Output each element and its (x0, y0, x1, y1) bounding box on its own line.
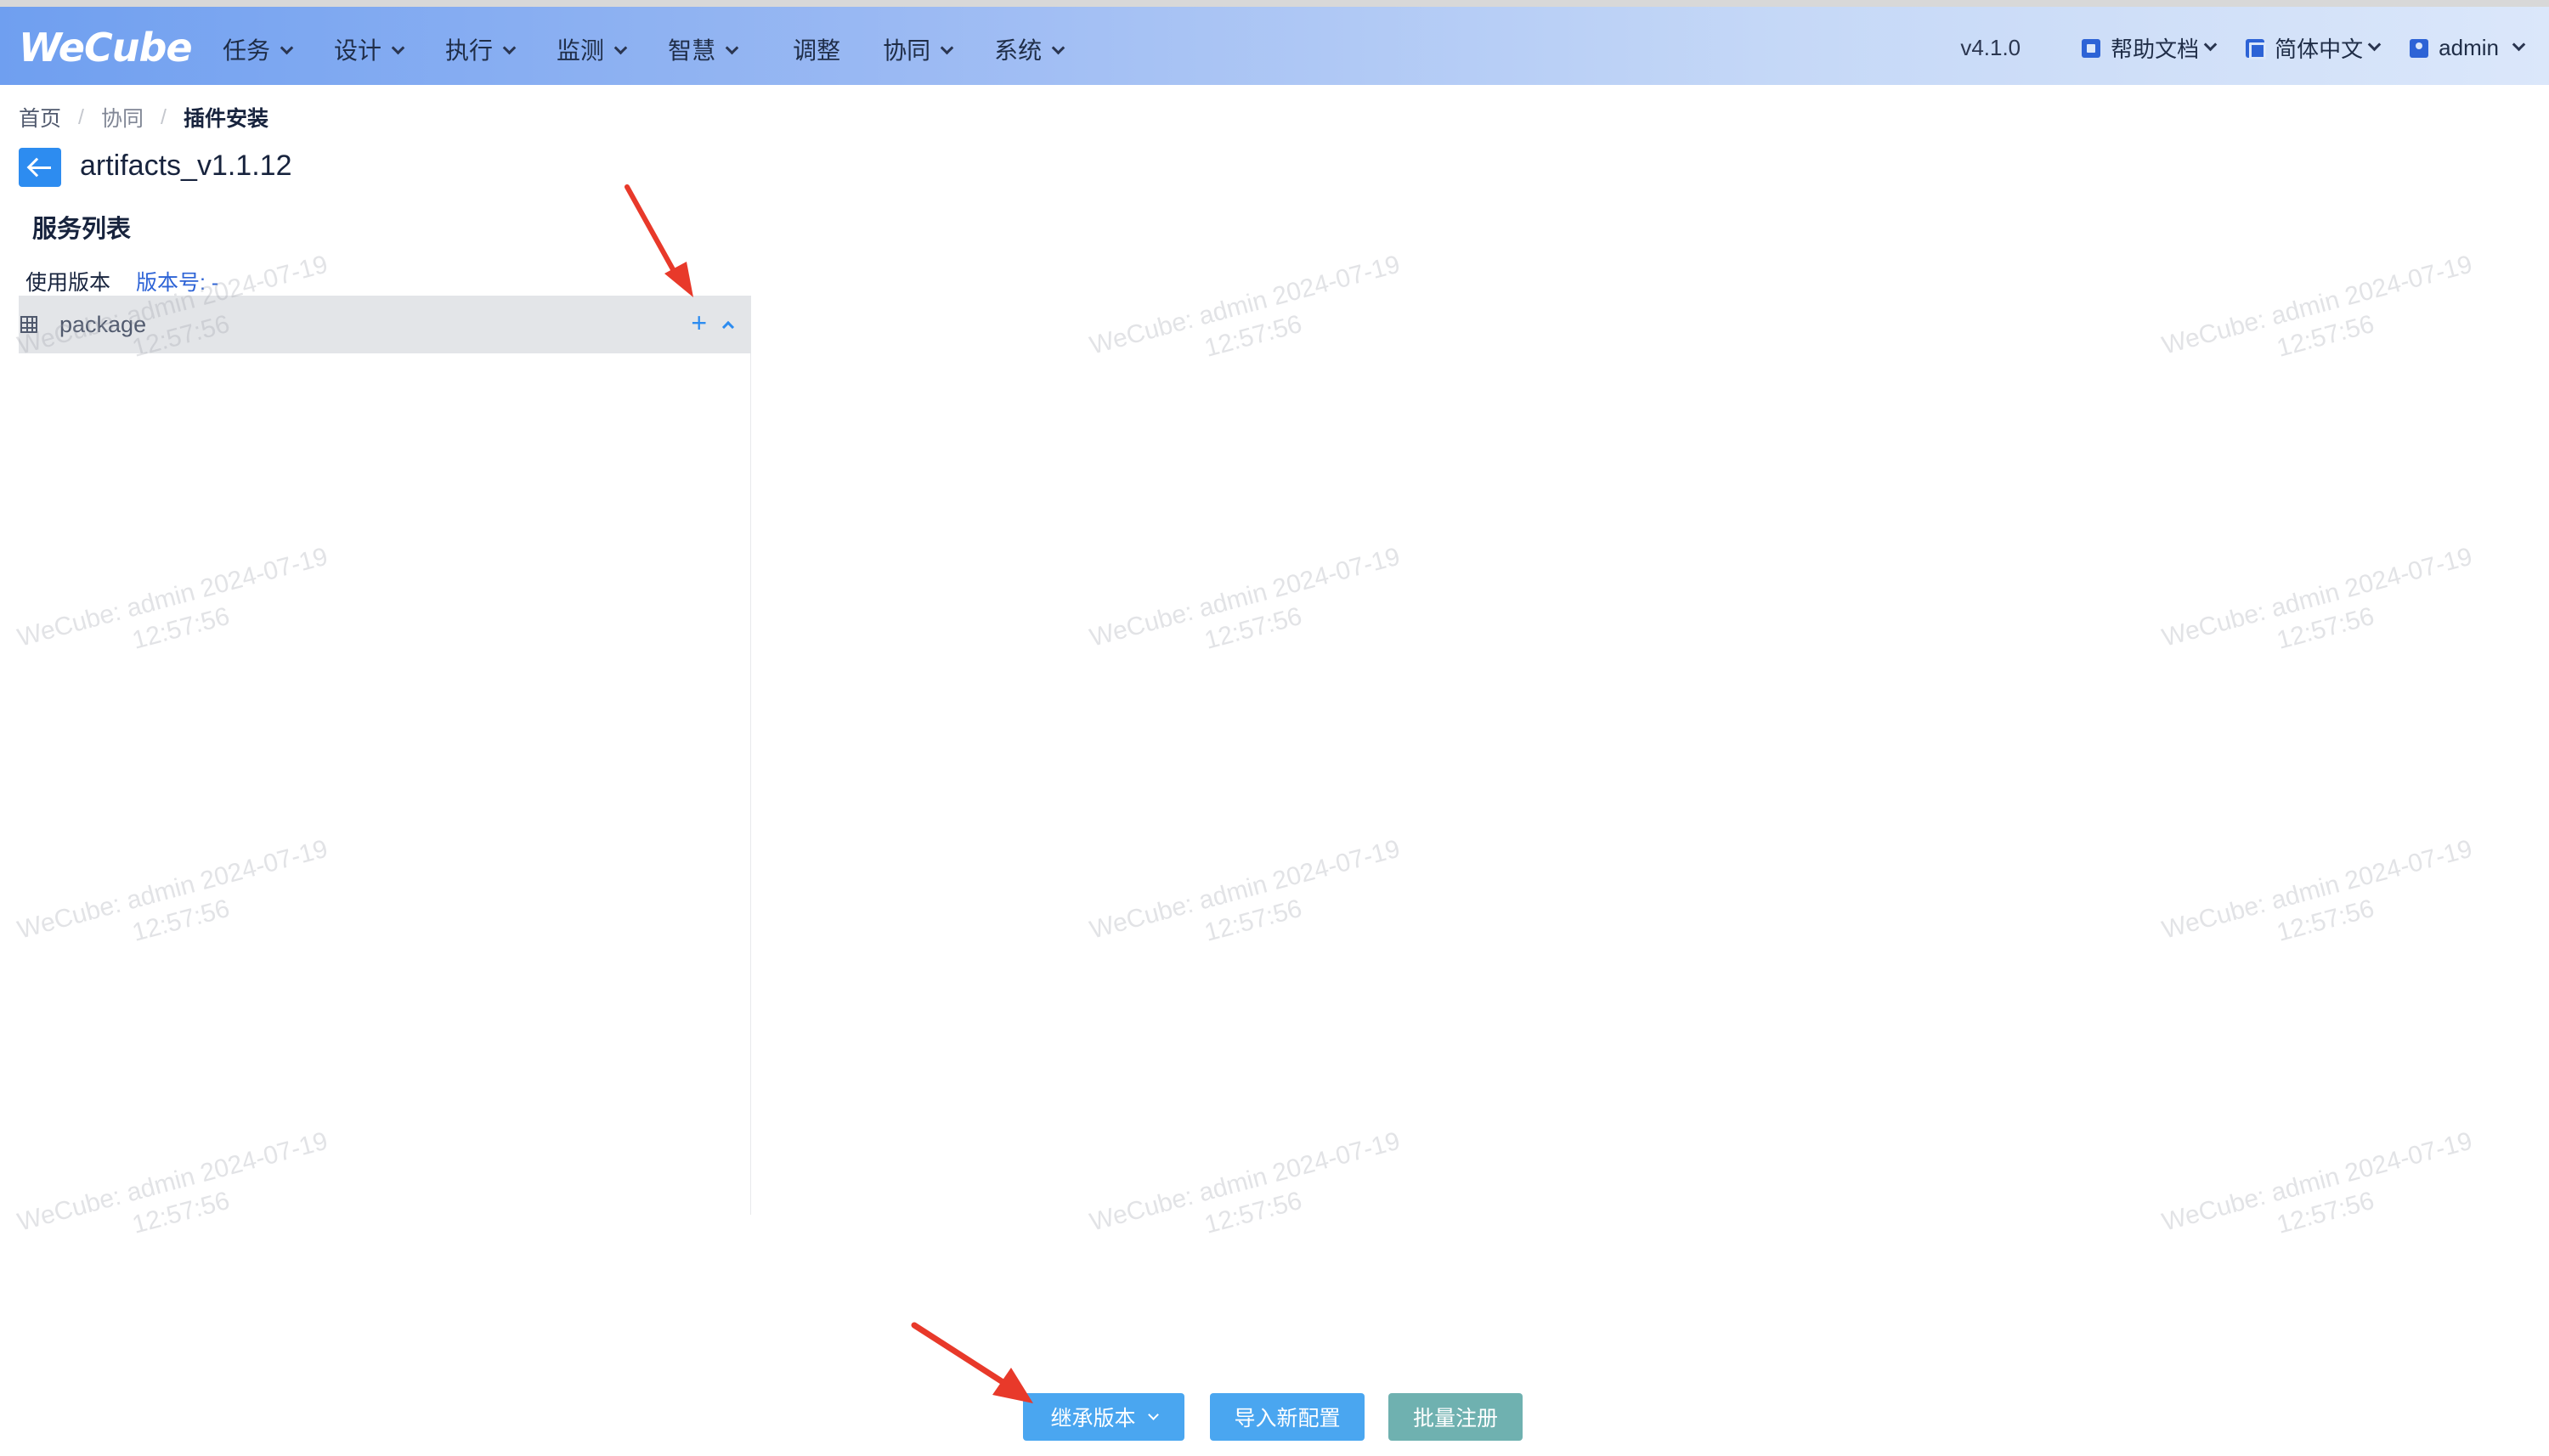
watermark-text: WeCube: admin 2024-07-19 12:57:56 (1087, 834, 1404, 947)
batch-register-label: 批量注册 (1412, 1407, 1498, 1431)
inherit-version-button[interactable]: 继承版本 (1023, 1393, 1184, 1441)
nav-design[interactable]: 设计 (334, 32, 405, 70)
nav-adjust-label: 调整 (793, 37, 841, 64)
nav-execute-label: 执行 (445, 37, 494, 64)
watermark-text: WeCube: admin 2024-07-19 12:57:56 (2159, 542, 2476, 655)
table-grid-icon (20, 316, 37, 333)
watermark-text: WeCube: admin 2024-07-19 12:57:56 (2159, 1126, 2476, 1239)
main-nav: 任务 设计 执行 监测 智慧 调整 协同 系统 (223, 32, 1105, 70)
language-menu[interactable]: 简体中文 (2246, 32, 2382, 64)
chevron-down-icon (2203, 37, 2218, 52)
nav-execute[interactable]: 执行 (445, 32, 517, 70)
version-label: 使用版本 (25, 271, 111, 295)
service-tree-panel: package + (19, 296, 751, 1215)
nav-tasks[interactable]: 任务 (223, 32, 294, 70)
batch-register-button[interactable]: 批量注册 (1388, 1393, 1523, 1441)
inherit-version-label: 继承版本 (1050, 1407, 1136, 1431)
watermark-text: WeCube: admin 2024-07-19 12:57:56 (1087, 542, 1404, 655)
breadcrumb-separator: / (160, 104, 167, 129)
back-arrow-button[interactable] (19, 148, 61, 187)
language-icon (2246, 38, 2267, 59)
breadcrumb-separator: / (78, 104, 84, 129)
chevron-down-icon (940, 41, 954, 54)
watermark-text: WeCube: admin 2024-07-19 12:57:56 (1087, 250, 1404, 363)
watermark-text: WeCube: admin 2024-07-19 12:57:56 (2159, 834, 2476, 947)
chevron-down-icon (725, 41, 739, 54)
right-nav: v4.1.0 帮助文档 简体中文 admin (1960, 32, 2526, 64)
import-config-label: 导入新配置 (1234, 1407, 1341, 1431)
nav-intelligence[interactable]: 智慧 (668, 32, 739, 70)
help-icon (2082, 38, 2101, 58)
watermark-text: WeCube: admin 2024-07-19 12:57:56 (1087, 1126, 1404, 1239)
breadcrumb-collaboration[interactable]: 协同 (101, 102, 144, 133)
chevron-down-icon (1051, 41, 1065, 54)
nav-system-label: 系统 (994, 37, 1043, 64)
chevron-down-icon (502, 41, 517, 54)
chevron-down-icon (613, 41, 628, 54)
help-docs-label: 帮助文档 (2111, 37, 2200, 62)
nav-monitor-label: 监测 (557, 37, 605, 64)
version-row: 使用版本 版本号: - (25, 266, 218, 296)
user-name: admin (2439, 35, 2499, 60)
chevron-down-icon (280, 41, 294, 54)
version-text: v4.1.0 (1960, 35, 2021, 60)
nav-system[interactable]: 系统 (994, 32, 1065, 70)
service-item-package[interactable]: package + (19, 296, 751, 353)
nav-intelligence-label: 智慧 (668, 37, 716, 64)
version-number[interactable]: 版本号: - (136, 266, 218, 296)
top-navbar: WeCube 任务 设计 执行 监测 智慧 调整 协同 系统 v4.1.0 帮助… (0, 0, 2549, 85)
chevron-up-icon[interactable] (721, 320, 735, 334)
user-icon (2410, 38, 2429, 58)
annotation-arrow-add (625, 184, 693, 297)
service-name: package (59, 311, 147, 337)
chevron-down-icon (2512, 37, 2526, 52)
wecube-logo[interactable]: WeCube (19, 24, 193, 71)
language-label: 简体中文 (2275, 37, 2364, 62)
import-config-button[interactable]: 导入新配置 (1210, 1393, 1365, 1441)
watermark-text: WeCube: admin 2024-07-19 12:57:56 (2159, 250, 2476, 363)
help-docs-menu[interactable]: 帮助文档 (2082, 32, 2218, 64)
nav-monitor[interactable]: 监测 (557, 32, 628, 70)
breadcrumb-home[interactable]: 首页 (19, 102, 61, 133)
user-menu[interactable]: admin (2410, 35, 2526, 61)
nav-collaboration-label: 协同 (883, 37, 931, 64)
breadcrumb-plugin-install: 插件安装 (183, 107, 268, 131)
nav-collaboration[interactable]: 协同 (883, 32, 954, 70)
chevron-down-icon (391, 41, 405, 54)
chevron-down-icon (2367, 37, 2382, 52)
service-list-heading: 服务列表 (21, 209, 144, 250)
breadcrumb: 首页 / 协同 / 插件安装 (19, 102, 268, 133)
nav-design-label: 设计 (334, 37, 382, 64)
chevron-down-icon (1147, 1408, 1159, 1420)
page-title: artifacts_v1.1.12 (80, 150, 292, 182)
add-icon[interactable]: + (691, 308, 707, 339)
nav-adjust[interactable]: 调整 (793, 32, 840, 70)
nav-tasks-label: 任务 (223, 37, 271, 64)
